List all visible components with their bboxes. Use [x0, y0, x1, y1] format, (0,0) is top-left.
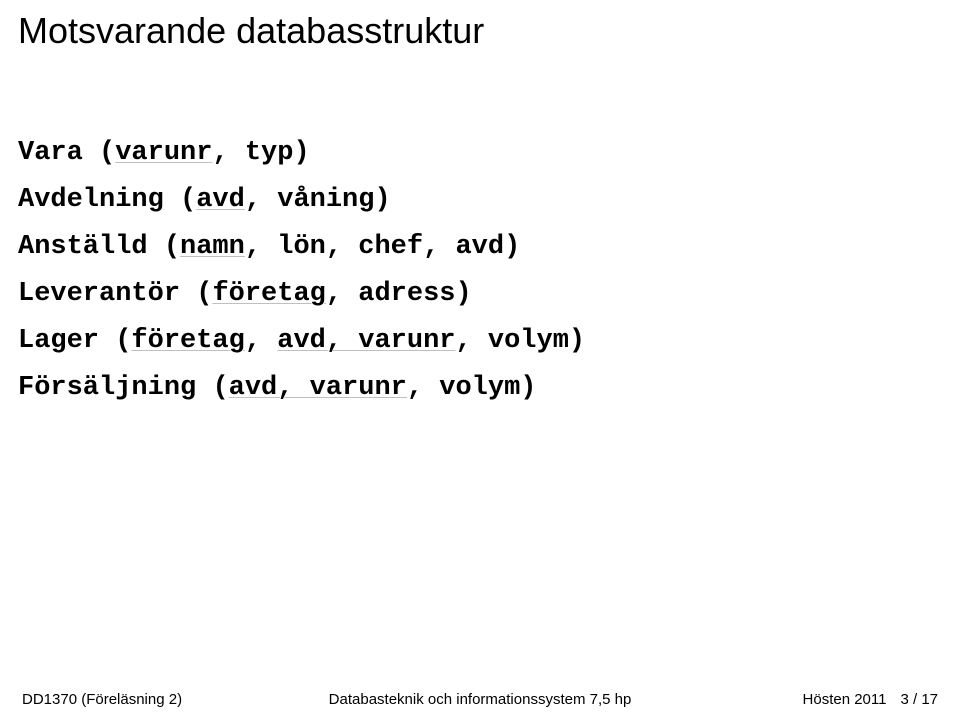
space	[164, 185, 180, 215]
attr: adress)	[358, 279, 471, 309]
open-paren: (	[115, 326, 131, 356]
relation-name: Lager	[18, 326, 99, 356]
relation-name: Leverantör	[18, 279, 180, 309]
footer-term: Hösten 2011	[803, 691, 887, 708]
relation-name: Försäljning	[18, 373, 196, 403]
open-paren: (	[180, 185, 196, 215]
attr: typ)	[245, 138, 310, 168]
footer-page: 3 / 17	[900, 691, 938, 708]
attr: avd	[196, 185, 245, 215]
schema-row: Anställd (namn, lön, chef, avd)	[18, 234, 938, 261]
sep: ,	[407, 373, 439, 403]
sep: ,	[245, 185, 277, 215]
open-paren: (	[164, 232, 180, 262]
space	[99, 326, 115, 356]
sep: ,	[455, 326, 487, 356]
open-paren: (	[212, 373, 228, 403]
schema-row: Vara (varunr, typ)	[18, 140, 938, 167]
open-paren: (	[99, 138, 115, 168]
space	[83, 138, 99, 168]
page-title: Motsvarande databasstruktur	[18, 10, 484, 52]
schema-row: Leverantör (företag, adress)	[18, 281, 938, 308]
attr: avd, varunr	[277, 326, 455, 356]
relation-name: Anställd	[18, 232, 148, 262]
footer-right: Hösten 2011 3 / 17	[803, 691, 938, 708]
attr: namn	[180, 232, 245, 262]
sep: ,	[245, 232, 277, 262]
attr: företag	[131, 326, 244, 356]
relation-name: Avdelning	[18, 185, 164, 215]
footer-center: Databasteknik och informationssystem 7,5…	[329, 691, 632, 708]
schema-body: Vara (varunr, typ) Avdelning (avd, vånin…	[18, 140, 938, 422]
attr: volym)	[439, 373, 536, 403]
attr: lön, chef, avd)	[277, 232, 520, 262]
attr: varunr	[115, 138, 212, 168]
space	[196, 373, 212, 403]
relation-name: Vara	[18, 138, 83, 168]
space	[180, 279, 196, 309]
schema-row: Avdelning (avd, våning)	[18, 187, 938, 214]
space	[148, 232, 164, 262]
sep: ,	[212, 138, 244, 168]
attr: volym)	[488, 326, 585, 356]
sep: ,	[245, 326, 277, 356]
attr: avd, varunr	[229, 373, 407, 403]
footer-left: DD1370 (Föreläsning 2)	[22, 691, 182, 708]
attr: våning)	[277, 185, 390, 215]
schema-row: Lager (företag, avd, varunr, volym)	[18, 328, 938, 355]
sep: ,	[326, 279, 358, 309]
open-paren: (	[196, 279, 212, 309]
attr: företag	[212, 279, 325, 309]
schema-row: Försäljning (avd, varunr, volym)	[18, 375, 938, 402]
slide: Motsvarande databasstruktur Vara (varunr…	[0, 0, 960, 722]
